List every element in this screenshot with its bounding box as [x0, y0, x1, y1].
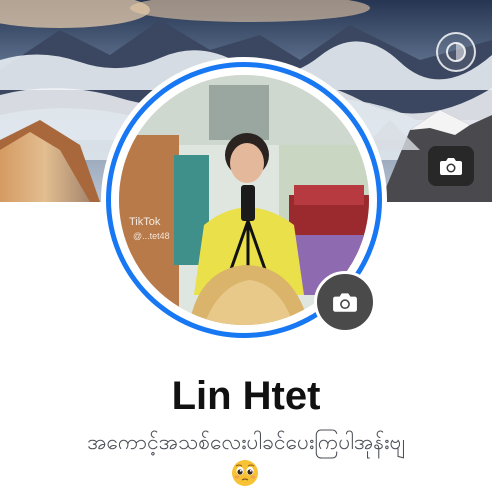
tiktok-username-watermark: @...tet48	[133, 231, 170, 241]
tiktok-watermark: TikTok	[129, 216, 161, 228]
cover-options-icon[interactable]	[436, 32, 476, 72]
profile-name: Lin Htet	[171, 374, 321, 418]
edit-cover-photo-button[interactable]	[428, 146, 474, 186]
camera-icon	[333, 293, 357, 312]
pleading-face-emoji	[232, 460, 258, 486]
half-circle-icon	[446, 42, 466, 62]
edit-profile-picture-button[interactable]	[314, 271, 376, 333]
profile-bio: အကောင့်အသစ်လေးပါခင်ပေးကြပါအုန်းဗျ	[87, 430, 405, 454]
camera-icon	[440, 158, 462, 175]
